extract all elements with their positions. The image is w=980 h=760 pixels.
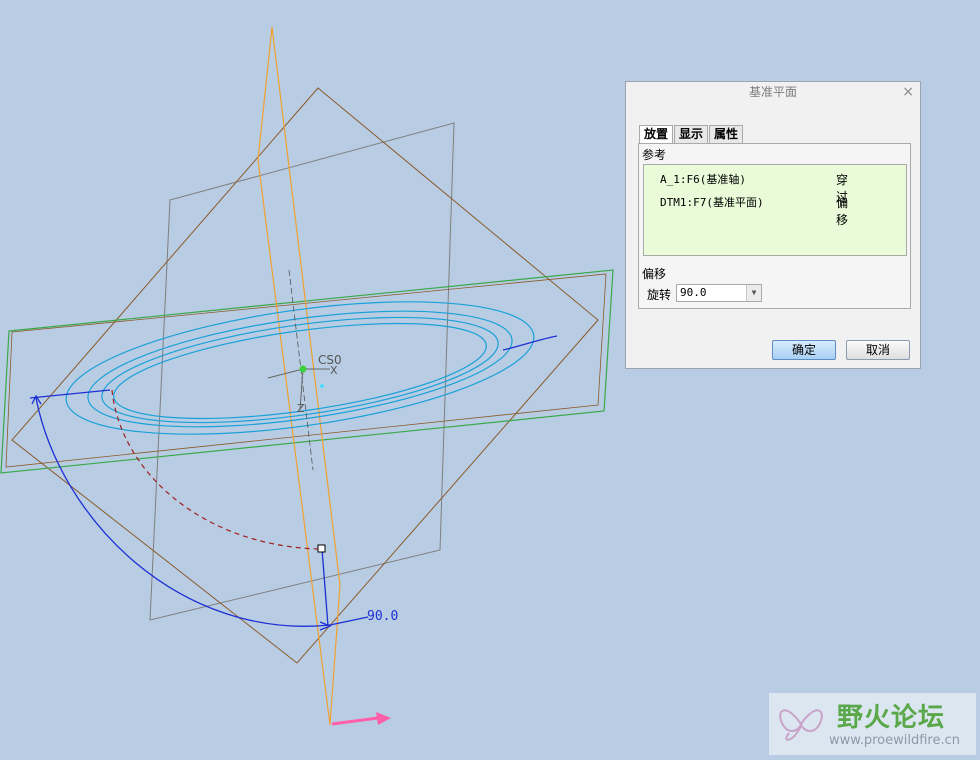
references-label: 参考 xyxy=(642,148,667,162)
rotation-drag-handle[interactable] xyxy=(29,335,558,631)
coordinate-system: CS0 X Z xyxy=(267,353,342,415)
svg-text:Z: Z xyxy=(297,402,305,415)
watermark-name: 野火论坛 xyxy=(837,703,946,733)
tab-strip: 放置 显示 属性 xyxy=(639,125,744,144)
forum-watermark: 野火论坛 www.proewildfire.cn xyxy=(769,693,976,755)
butterfly-logo-icon xyxy=(779,709,823,741)
tab-placement[interactable]: 放置 xyxy=(639,125,674,144)
reference-row[interactable]: DTM1:F7(基准平面) 偏移 xyxy=(660,194,848,227)
reference-row[interactable]: A_1:F6(基准轴) 穿过 xyxy=(660,171,848,204)
dialog-title: 基准平面 xyxy=(748,85,797,99)
dialog-titlebar[interactable]: 基准平面 × xyxy=(626,82,920,102)
green-datum-plane xyxy=(0,269,614,474)
tab-properties[interactable]: 属性 xyxy=(709,125,744,143)
svg-text:X: X xyxy=(330,364,338,377)
watermark-url: www.proewildfire.cn xyxy=(829,733,960,748)
cancel-button[interactable]: 取消 xyxy=(846,340,910,360)
drag-square-handle[interactable] xyxy=(317,544,326,553)
reference-name: A_1:F6(基准轴) xyxy=(660,173,746,186)
rotation-value: 90.0 xyxy=(680,286,707,299)
references-list[interactable]: A_1:F6(基准轴) 穿过 DTM1:F7(基准平面) 偏移 xyxy=(643,164,907,256)
tab-display[interactable]: 显示 xyxy=(674,125,709,143)
chevron-down-icon[interactable]: ▼ xyxy=(746,285,761,301)
brown-datum-plane xyxy=(11,87,599,664)
reference-type[interactable]: 偏移 xyxy=(836,194,848,228)
reference-name: DTM1:F7(基准平面) xyxy=(660,196,764,209)
close-icon[interactable]: × xyxy=(902,82,914,102)
datum-plane-dialog: 基准平面 × 放置 显示 属性 参考 A_1:F6(基准轴) 穿过 DTM1:F… xyxy=(625,81,921,369)
rotation-input[interactable]: 90.0 ▼ xyxy=(676,284,762,302)
offset-label: 偏移 xyxy=(642,267,667,281)
ok-button[interactable]: 确定 xyxy=(772,340,836,360)
rotation-label: 旋转 xyxy=(647,288,672,302)
angle-value-label: 90.0 xyxy=(367,609,398,624)
placement-panel: 参考 A_1:F6(基准轴) 穿过 DTM1:F7(基准平面) 偏移 偏移 旋转… xyxy=(638,143,911,309)
direction-arrow[interactable] xyxy=(331,712,391,726)
